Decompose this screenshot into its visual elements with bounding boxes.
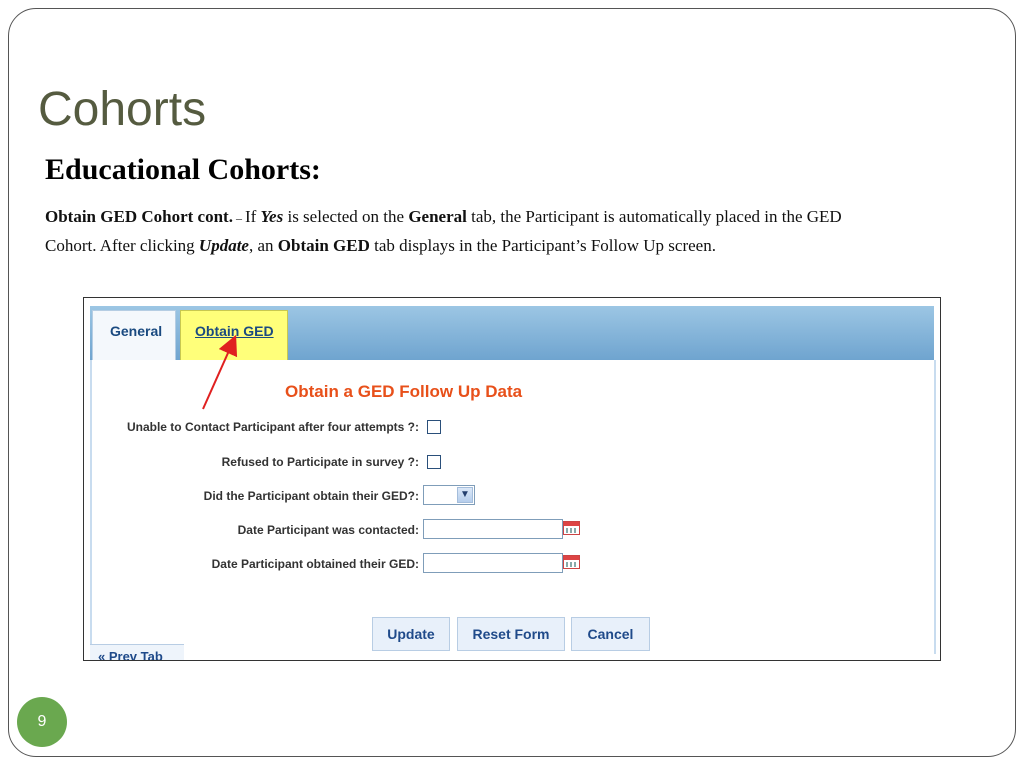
para-obtain-ged: Obtain GED — [277, 236, 370, 255]
para-text-2: is selected on the — [283, 207, 409, 226]
slide-title: Cohorts — [38, 83, 207, 136]
para-yes: Yes — [260, 207, 284, 226]
annotation-arrow — [202, 334, 238, 410]
para-general: General — [408, 207, 467, 226]
para-update: Update — [198, 236, 249, 255]
para-lead: Obtain GED Cohort cont. — [45, 207, 233, 226]
description-paragraph: Obtain GED Cohort cont. – If Yes is sele… — [45, 203, 895, 260]
para-text-4: , an — [248, 236, 278, 255]
para-text-1: If — [244, 207, 261, 226]
para-dash: – — [232, 211, 245, 225]
slide-subtitle: Educational Cohorts: — [45, 153, 321, 186]
page-number-badge: 9 — [17, 697, 67, 747]
para-text-5: tab displays in the Participant’s Follow… — [369, 236, 716, 255]
app-screenshot: General Obtain GED Obtain a GED Follow U… — [83, 297, 941, 661]
